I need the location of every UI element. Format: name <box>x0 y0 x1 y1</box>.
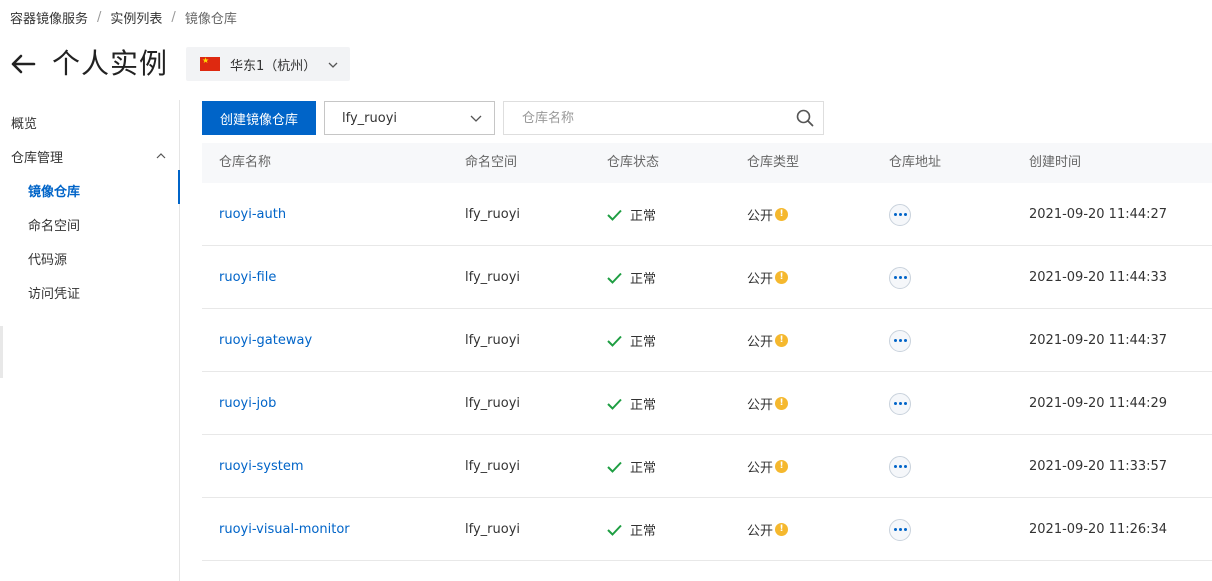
repo-name-link[interactable]: ruoyi-auth <box>219 207 286 222</box>
info-icon[interactable]: ! <box>775 208 789 221</box>
breadcrumb-item-service[interactable]: 容器镜像服务 <box>10 8 88 27</box>
created-time: 2021-09-20 11:44:29 <box>1029 396 1168 411</box>
repo-name-link[interactable]: ruoyi-file <box>219 270 276 285</box>
status-label: 正常 <box>630 335 657 350</box>
created-time: 2021-09-20 11:44:37 <box>1029 333 1168 348</box>
check-icon <box>607 524 622 536</box>
status-label: 正常 <box>630 524 657 539</box>
repo-type: 公开 <box>747 398 774 413</box>
repo-type: 公开 <box>747 209 774 224</box>
page-title: 个人实例 <box>52 47 169 80</box>
column-header-status: 仓库状态 <box>607 155 660 170</box>
status-badge: 正常 <box>607 268 656 287</box>
status-badge: 正常 <box>607 457 656 476</box>
more-icon[interactable] <box>889 203 911 226</box>
sidebar-active-indicator <box>178 170 180 204</box>
sidebar-item-namespaces[interactable]: 命名空间 <box>28 215 80 234</box>
more-icon[interactable] <box>889 518 911 541</box>
chevron-down-icon <box>470 111 482 126</box>
check-icon <box>607 398 622 410</box>
info-icon[interactable]: ! <box>775 460 789 473</box>
search-input[interactable] <box>504 102 787 134</box>
repo-namespace: lfy_ruoyi <box>465 396 520 411</box>
repo-name-link[interactable]: ruoyi-visual-monitor <box>219 522 350 537</box>
more-icon[interactable] <box>889 329 911 352</box>
china-flag-icon: ★ <box>200 56 221 71</box>
sidebar: 概览 仓库管理 镜像仓库 命名空间 代码源 访问凭证 <box>0 100 180 581</box>
check-icon <box>607 335 622 347</box>
breadcrumb-item-current: 镜像仓库 <box>184 12 237 27</box>
search-icon[interactable] <box>787 109 823 127</box>
column-header-name: 仓库名称 <box>219 155 272 170</box>
repo-namespace: lfy_ruoyi <box>465 207 520 222</box>
status-label: 正常 <box>630 398 657 413</box>
repo-namespace: lfy_ruoyi <box>465 270 520 285</box>
table-row: ruoyi-job lfy_ruoyi 正常 公开! 2021-09-20 11… <box>202 372 1212 435</box>
created-time: 2021-09-20 11:33:57 <box>1029 459 1168 474</box>
repo-type: 公开 <box>747 461 774 476</box>
region-selector[interactable]: ★ 华东1（杭州） <box>186 47 351 81</box>
created-time: 2021-09-20 11:44:33 <box>1029 270 1168 285</box>
more-icon[interactable] <box>889 392 911 415</box>
info-icon[interactable]: ! <box>775 334 789 347</box>
created-time: 2021-09-20 11:44:27 <box>1029 207 1168 222</box>
sidebar-item-overview[interactable]: 概览 <box>11 113 37 132</box>
status-badge: 正常 <box>607 394 656 413</box>
repo-name-link[interactable]: ruoyi-job <box>219 396 276 411</box>
breadcrumb: 容器镜像服务 / 实例列表 / 镜像仓库 <box>10 8 237 27</box>
repo-namespace: lfy_ruoyi <box>465 522 520 537</box>
repo-type: 公开 <box>747 524 774 539</box>
status-label: 正常 <box>630 272 657 287</box>
table-row: ruoyi-system lfy_ruoyi 正常 公开! 2021-09-20… <box>202 435 1212 498</box>
chevron-down-icon <box>328 57 338 72</box>
arrow-left-icon[interactable] <box>10 54 36 74</box>
repo-namespace: lfy_ruoyi <box>465 459 520 474</box>
status-badge: 正常 <box>607 520 656 539</box>
create-repo-button[interactable]: 创建镜像仓库 <box>202 101 316 135</box>
table-row: ruoyi-file lfy_ruoyi 正常 公开! 2021-09-20 1… <box>202 246 1212 309</box>
breadcrumb-separator: / <box>171 10 176 25</box>
status-label: 正常 <box>630 461 657 476</box>
repo-namespace: lfy_ruoyi <box>465 333 520 348</box>
column-header-created: 创建时间 <box>1029 155 1082 170</box>
more-icon[interactable] <box>889 266 911 289</box>
table-header: 仓库名称 命名空间 仓库状态 仓库类型 仓库地址 创建时间 <box>202 143 1212 183</box>
column-header-address: 仓库地址 <box>889 155 942 170</box>
chevron-up-icon[interactable] <box>156 148 166 163</box>
repo-type: 公开 <box>747 335 774 350</box>
sidebar-item-code-source[interactable]: 代码源 <box>28 249 67 268</box>
toolbar: 创建镜像仓库 lfy_ruoyi <box>202 101 824 135</box>
created-time: 2021-09-20 11:26:34 <box>1029 522 1168 537</box>
info-icon[interactable]: ! <box>775 271 789 284</box>
status-badge: 正常 <box>607 331 656 350</box>
info-icon[interactable]: ! <box>775 523 789 536</box>
namespace-select-value: lfy_ruoyi <box>342 110 397 126</box>
sidebar-item-access-credentials[interactable]: 访问凭证 <box>28 283 80 302</box>
column-header-type: 仓库类型 <box>747 155 800 170</box>
breadcrumb-separator: / <box>97 10 102 25</box>
check-icon <box>607 461 622 473</box>
region-label: 华东1（杭州） <box>230 58 317 74</box>
status-label: 正常 <box>630 209 657 224</box>
repo-type: 公开 <box>747 272 774 287</box>
status-badge: 正常 <box>607 205 656 224</box>
table-row: ruoyi-auth lfy_ruoyi 正常 公开! 2021-09-20 1… <box>202 183 1212 246</box>
sidebar-item-image-repos[interactable]: 镜像仓库 <box>28 181 80 200</box>
repo-name-link[interactable]: ruoyi-system <box>219 459 304 474</box>
search-box <box>503 101 824 135</box>
sidebar-group-repo-management[interactable]: 仓库管理 <box>11 147 63 166</box>
repo-table: 仓库名称 命名空间 仓库状态 仓库类型 仓库地址 创建时间 ruoyi-auth… <box>202 143 1212 561</box>
breadcrumb-item-instances[interactable]: 实例列表 <box>110 8 162 27</box>
repo-name-link[interactable]: ruoyi-gateway <box>219 333 312 348</box>
column-header-namespace: 命名空间 <box>465 155 518 170</box>
check-icon <box>607 272 622 284</box>
check-icon <box>607 209 622 221</box>
namespace-select[interactable]: lfy_ruoyi <box>324 101 495 135</box>
page-header: 个人实例 ★ 华东1（杭州） <box>10 46 351 82</box>
table-row: ruoyi-visual-monitor lfy_ruoyi 正常 公开! 20… <box>202 498 1212 561</box>
info-icon[interactable]: ! <box>775 397 789 410</box>
more-icon[interactable] <box>889 455 911 478</box>
sidebar-collapse-handle[interactable] <box>0 326 3 378</box>
table-row: ruoyi-gateway lfy_ruoyi 正常 公开! 2021-09-2… <box>202 309 1212 372</box>
